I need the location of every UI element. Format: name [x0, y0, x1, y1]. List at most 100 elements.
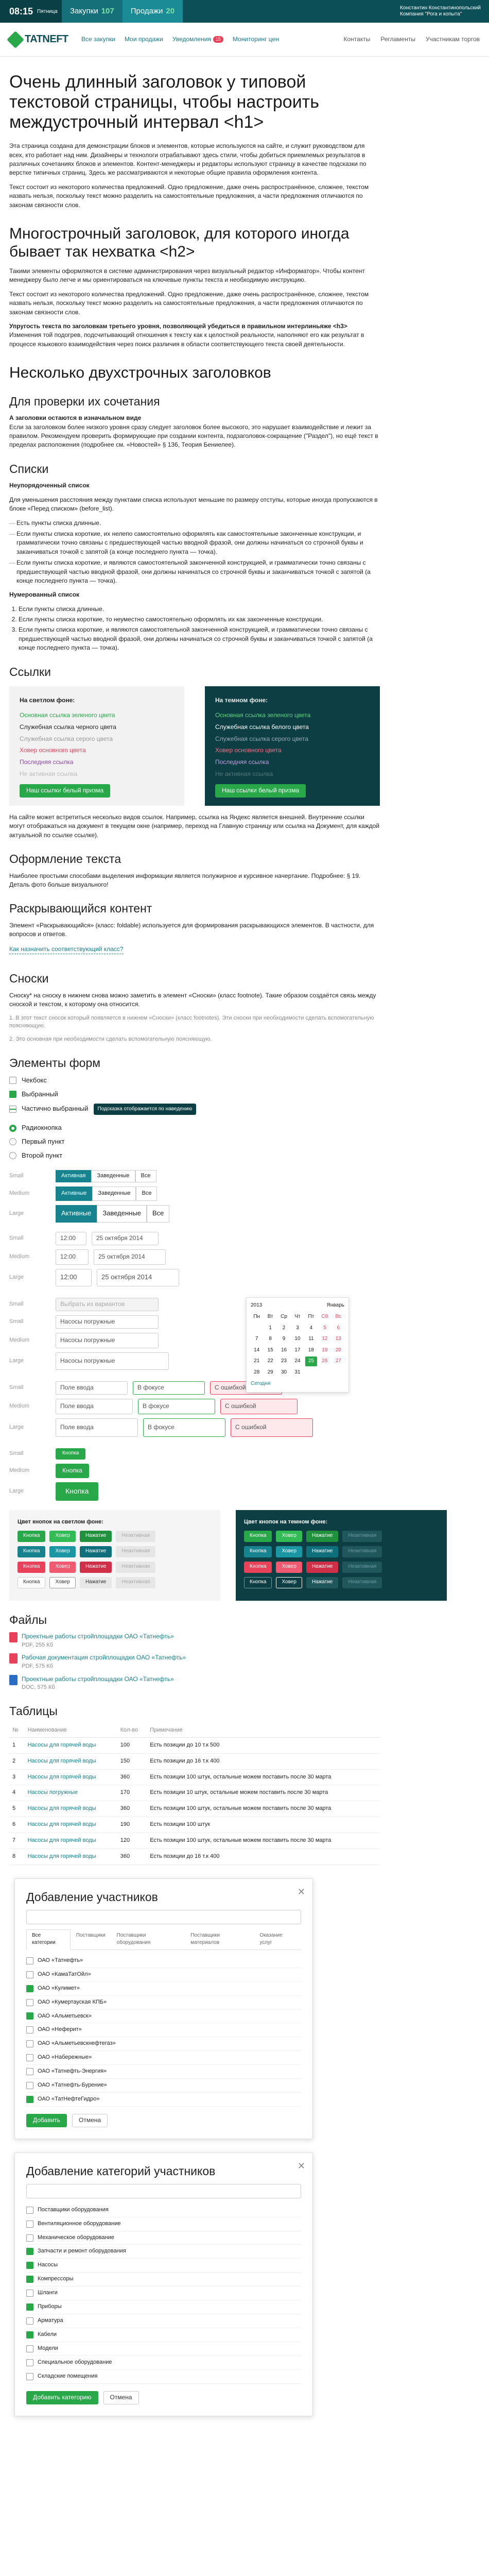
button[interactable]: Кнопка [244, 1546, 272, 1557]
checkbox[interactable] [26, 2345, 33, 2353]
search-input[interactable] [26, 2183, 301, 2198]
calendar-day[interactable]: 11 [305, 1334, 317, 1344]
add-button[interactable]: Добавить [26, 2114, 67, 2128]
item-link[interactable]: Насосы для горячей воды [28, 1758, 96, 1764]
checkbox[interactable] [26, 2248, 33, 2256]
checkbox[interactable] [26, 1971, 33, 1978]
checkbox[interactable] [26, 1957, 33, 1964]
button[interactable]: Кнопка [244, 1530, 272, 1542]
list-item[interactable]: ОАО «Кулимет» [26, 1982, 301, 1996]
nav-link-rules[interactable]: Регламенты [380, 35, 415, 44]
time-input[interactable]: 12:00 [56, 1249, 89, 1265]
checkbox[interactable] [26, 2026, 33, 2034]
nav-link-my-sales[interactable]: Мои продажи [125, 35, 163, 44]
button-hover[interactable]: Ховер [49, 1546, 76, 1557]
nav-link-all-purchases[interactable]: Все закупки [81, 35, 115, 44]
cancel-button[interactable]: Отмена [72, 2114, 108, 2128]
segment[interactable]: Активные [56, 1186, 93, 1201]
link-hover[interactable]: Ховер основного цвета [215, 744, 370, 756]
calendar-day[interactable]: 26 [319, 1357, 330, 1366]
checkbox[interactable] [26, 2359, 33, 2366]
button[interactable]: Кнопка [18, 1546, 46, 1557]
file-link[interactable]: Проектные работы стройплощадки ОАО «Татн… [22, 1633, 174, 1640]
input-focused[interactable]: В фокусе [133, 1381, 205, 1395]
checkbox[interactable] [26, 2206, 33, 2214]
time-input[interactable]: 12:00 [56, 1231, 86, 1245]
list-item[interactable]: ОАО «ТатНефтеГидро» [26, 2093, 301, 2107]
search-input[interactable] [26, 1909, 301, 1924]
button-hover[interactable]: Ховер [276, 1530, 302, 1542]
calendar-day[interactable]: 4 [305, 1324, 317, 1333]
input-default[interactable]: Поле ввода [56, 1418, 138, 1437]
list-item[interactable]: ОАО «Неферит» [26, 2023, 301, 2038]
segment[interactable]: Активные [56, 1205, 97, 1223]
checkbox[interactable] [26, 2220, 33, 2228]
list-item[interactable]: Приборы [26, 2300, 301, 2315]
checkbox[interactable] [26, 2096, 33, 2104]
calendar-year[interactable]: 2013 [251, 1302, 262, 1310]
checkbox[interactable] [26, 1998, 33, 2006]
calendar-day[interactable]: 8 [264, 1334, 276, 1344]
segment[interactable]: Все [135, 1170, 156, 1182]
button-hover[interactable]: Ховер [49, 1561, 76, 1573]
input-default[interactable]: Поле ввода [56, 1381, 128, 1395]
button-hover[interactable]: Ховер [276, 1577, 302, 1588]
select-small[interactable]: Насосы погружные [56, 1315, 159, 1329]
checkbox[interactable] [26, 2262, 33, 2269]
item-link[interactable]: Насосы погружные [28, 1789, 78, 1795]
radio-checked[interactable] [9, 1124, 16, 1132]
list-item[interactable]: Насосы [26, 2259, 301, 2273]
item-link[interactable]: Насосы для горячей воды [28, 1774, 96, 1780]
link-service-grey[interactable]: Служебная ссылка серого цвета [20, 733, 174, 745]
modal-tab[interactable]: Оказание услуг [254, 1929, 301, 1950]
tab-purchases[interactable]: Закупки 107 [62, 0, 123, 23]
link-hover[interactable]: Ховер основного цвета [20, 744, 174, 756]
calendar-day[interactable]: 5 [319, 1324, 330, 1333]
button-hover[interactable]: Ховер [49, 1530, 76, 1542]
logo[interactable]: TATNEFT [7, 30, 81, 48]
list-item[interactable]: ОАО «Кумертауская КПБ» [26, 1996, 301, 2010]
checkbox[interactable] [26, 2331, 33, 2339]
list-item[interactable]: ОАО «КамаТатОйл» [26, 1968, 301, 1982]
list-item[interactable]: Запчасти и ремонт оборудования [26, 2245, 301, 2259]
checkbox[interactable] [26, 2012, 33, 2020]
modal-tab[interactable]: Поставщики оборудования [111, 1929, 185, 1950]
file-link[interactable]: Рабочая документация стройплощадки ОАО «… [22, 1654, 186, 1661]
list-item[interactable]: Арматура [26, 2314, 301, 2329]
date-input[interactable]: 25 октября 2014 [92, 1231, 159, 1245]
select-medium[interactable]: Насосы погружные [56, 1332, 159, 1348]
list-item[interactable]: ОАО «Татнефть-Энергия» [26, 2065, 301, 2079]
checkbox[interactable] [26, 2317, 33, 2325]
checkbox[interactable] [26, 2040, 33, 2048]
button-pressed[interactable]: Нажатие [306, 1546, 339, 1557]
checkbox[interactable] [26, 2276, 33, 2283]
segment[interactable]: Заведенные [97, 1205, 147, 1223]
calendar-day[interactable]: 18 [305, 1346, 317, 1355]
checkbox[interactable] [26, 1985, 33, 1992]
calendar-day[interactable]: 13 [333, 1334, 344, 1344]
link-button[interactable]: Наш ссылки белый призма [20, 784, 111, 798]
link-primary[interactable]: Основная ссылка зеленого цвета [20, 709, 174, 721]
button-pressed[interactable]: Нажатие [306, 1530, 339, 1542]
button-pressed[interactable]: Нажатие [306, 1561, 339, 1573]
list-item[interactable]: Поставщики оборудования [26, 2204, 301, 2217]
list-item[interactable]: Кабели [26, 2328, 301, 2343]
input-focused[interactable]: В фокусе [143, 1418, 225, 1437]
list-item[interactable]: ОАО «Альметьевск» [26, 2010, 301, 2024]
calendar-day[interactable]: 3 [291, 1324, 303, 1333]
calendar-day[interactable]: 22 [264, 1357, 276, 1366]
calendar-day[interactable]: 25 [305, 1357, 318, 1366]
button-pressed[interactable]: Нажатие [79, 1530, 112, 1542]
segment[interactable]: Заведенные [92, 1186, 136, 1201]
checkbox-partial[interactable] [9, 1105, 16, 1113]
button-hover[interactable]: Ховер [49, 1577, 76, 1588]
calendar-day[interactable]: 6 [333, 1324, 344, 1333]
close-icon[interactable]: ✕ [298, 2159, 305, 2173]
button-pressed[interactable]: Нажатие [79, 1546, 112, 1557]
list-item[interactable]: Механическое оборудование [26, 2231, 301, 2245]
calendar-day[interactable]: 1 [264, 1324, 276, 1333]
checkbox[interactable] [26, 2068, 33, 2076]
checkbox[interactable] [9, 1077, 16, 1084]
modal-tab[interactable]: Все категории [26, 1929, 71, 1950]
calendar-day[interactable]: 21 [251, 1357, 263, 1366]
